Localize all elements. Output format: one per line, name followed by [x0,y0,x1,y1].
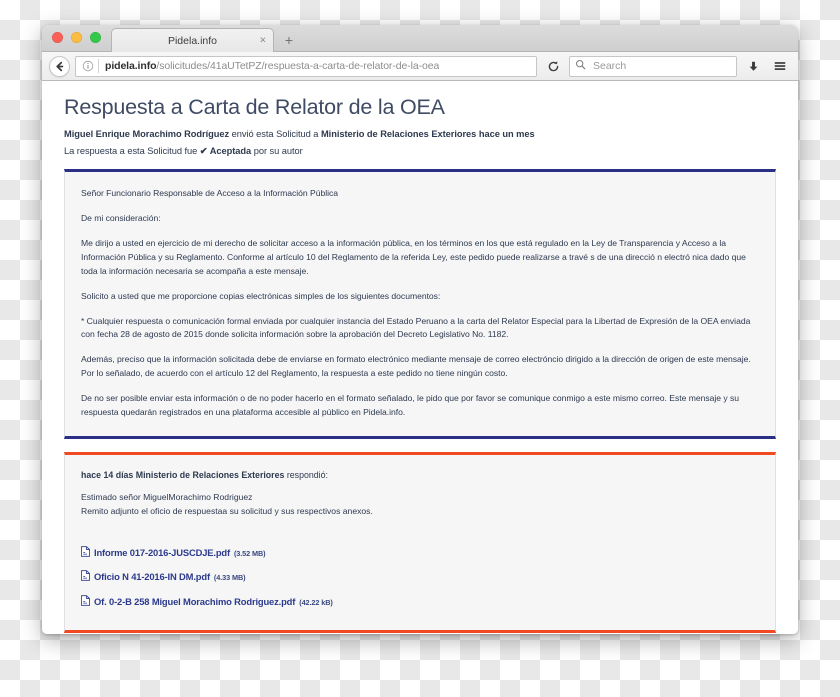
page-content: Respuesta a Carta de Relator de la OEA M… [42,81,798,634]
status-suffix: por su autor [251,146,303,156]
pdf-file-icon [81,566,90,588]
response-author: hace 14 días Ministerio de Relaciones Ex… [81,470,285,481]
search-input[interactable] [591,59,731,73]
address-bar[interactable]: pidela.info/solicitudes/41aUTetPZ/respue… [75,55,537,77]
response-meta: hace 14 días Ministerio de Relaciones Ex… [81,470,759,480]
attachment-item[interactable]: Of. 0-2-B 258 Miguel Morachimo Rodriguez… [81,590,759,612]
response-meta-rest: respondió: [284,470,328,481]
attachment-name[interactable]: Informe 017-2016-JUSCDJE.pdf [94,547,230,560]
status-prefix: La respuesta a esta Solicitud fue [64,146,200,156]
window-controls [50,25,111,51]
search-icon [575,57,586,75]
address-bar-divider [98,59,99,73]
pdf-file-icon [81,591,90,613]
request-paragraph: Solicito a usted que me proporcione copi… [81,290,441,301]
request-meta-mid: envió esta Solicitud a [229,129,321,139]
request-paragraph: De mi consideración: [81,212,161,223]
browser-window: Pidela.info × + pidela.info/solicitudes/… [42,25,798,634]
downloads-icon[interactable] [742,55,764,77]
request-paragraph: Además, preciso que la información solic… [81,354,751,379]
browser-tab[interactable]: Pidela.info × [111,28,274,52]
request-status: La respuesta a esta Solicitud fue ✔ Acep… [64,146,776,157]
attachment-name[interactable]: Oficio N 41-2016-IN DM.pdf [94,571,210,584]
info-icon[interactable] [80,59,95,74]
response-message-box: hace 14 días Ministerio de Relaciones Ex… [64,452,776,634]
attachment-item[interactable]: Oficio N 41-2016-IN DM.pdf (4.33 MB) [81,565,759,587]
tab-title: Pidela.info [167,34,218,47]
tab-strip: Pidela.info × + [42,25,798,52]
request-meta: Miguel Enrique Morachimo Rodríguez envió… [64,129,776,139]
back-button[interactable] [49,55,70,77]
request-message-box: Señor Funcionario Responsable de Acceso … [64,169,776,440]
status-badge: ✔ Aceptada [199,146,252,156]
navigation-toolbar: pidela.info/solicitudes/41aUTetPZ/respue… [42,52,798,81]
attachment-size: (3.52 MB) [233,548,266,558]
reload-button[interactable] [542,56,564,77]
response-body: Estimado señor MiguelMorachimo Rodriguez… [81,492,373,516]
url-path: /solicitudes/41aUTetPZ/respuesta-a-carta… [156,60,440,72]
close-tab-icon[interactable]: × [260,35,266,46]
search-bar[interactable] [569,55,737,77]
minimize-window-button[interactable] [71,32,82,43]
attachment-list: Informe 017-2016-JUSCDJE.pdf (3.52 MB) O… [81,541,759,612]
request-paragraph: De no ser posible enviar esta informació… [81,393,739,418]
url-text: pidela.info/solicitudes/41aUTetPZ/respue… [105,60,439,72]
maximize-window-button[interactable] [90,32,101,43]
request-paragraph: Me dirijo a usted en ejercicio de mi der… [81,237,746,276]
close-window-button[interactable] [52,32,63,43]
request-author: Miguel Enrique Morachimo Rodríguez [64,129,230,139]
attachment-size: (42.22 kB) [299,597,333,607]
pdf-file-icon [81,542,90,564]
menu-icon[interactable] [769,55,791,77]
attachment-item[interactable]: Informe 017-2016-JUSCDJE.pdf (3.52 MB) [81,541,759,563]
page-title: Respuesta a Carta de Relator de la OEA [64,95,445,119]
request-recipient: Ministerio de Relaciones Exteriores hace… [320,129,535,139]
attachment-size: (4.33 MB) [213,573,246,583]
request-paragraph: Señor Funcionario Responsable de Acceso … [81,188,338,198]
new-tab-button[interactable]: + [274,28,304,52]
attachment-name[interactable]: Of. 0-2-B 258 Miguel Morachimo Rodriguez… [94,596,295,609]
request-paragraph: * Cualquier respuesta o comunicación for… [81,315,751,340]
url-domain: pidela.info [105,60,157,72]
